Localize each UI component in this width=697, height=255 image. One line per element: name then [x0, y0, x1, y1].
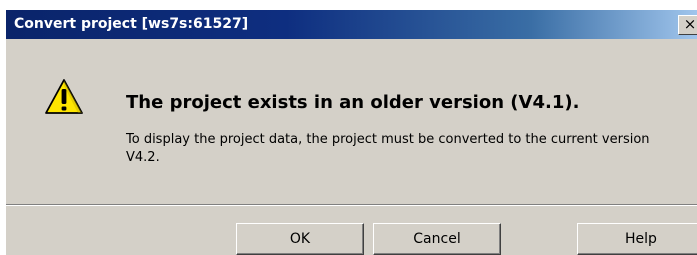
- title-bar[interactable]: Convert project [ws7s:61527] ×: [6, 10, 697, 39]
- close-icon: ×: [683, 15, 697, 33]
- ok-button[interactable]: OK: [236, 223, 364, 255]
- divider: [6, 204, 697, 206]
- close-button[interactable]: ×: [678, 15, 697, 35]
- dialog-title: Convert project [ws7s:61527]: [14, 16, 249, 32]
- dialog-message: To display the project data, the project…: [126, 132, 650, 165]
- dialog-headline: The project exists in an older version (…: [126, 92, 580, 113]
- warning-icon: [45, 79, 83, 114]
- cancel-button[interactable]: Cancel: [373, 223, 501, 255]
- help-button[interactable]: Help: [577, 223, 697, 255]
- convert-project-dialog: Convert project [ws7s:61527] × The proje…: [5, 10, 697, 255]
